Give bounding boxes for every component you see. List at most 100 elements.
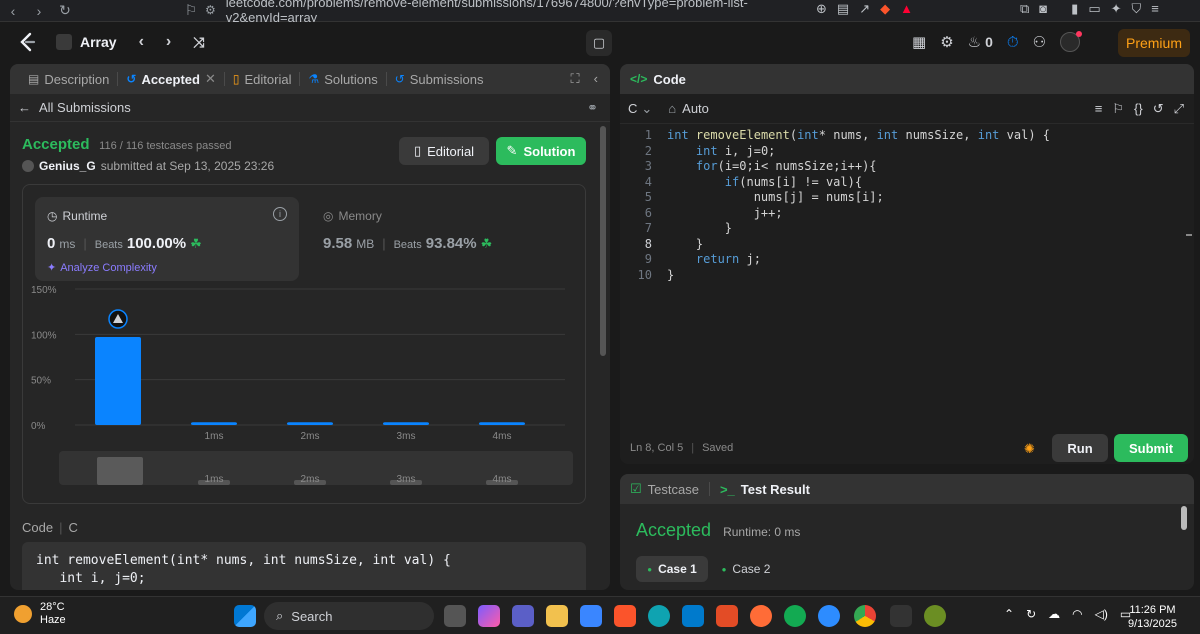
username[interactable]: Genius_G — [39, 159, 96, 173]
system-clock[interactable]: 11:26 PM 9/13/2025 — [1128, 603, 1177, 631]
zoom-icon[interactable] — [818, 605, 840, 627]
leetcode-logo-icon[interactable] — [18, 32, 38, 52]
extensions-icon[interactable]: ⧉ — [1020, 1, 1029, 17]
problem-list-nav[interactable]: Array ‹ › ⤨ — [56, 33, 204, 51]
forward-icon[interactable]: › — [26, 3, 52, 19]
next-problem-icon[interactable]: › — [166, 33, 171, 51]
braces-icon[interactable]: {} — [1134, 101, 1143, 117]
back-icon[interactable]: ‹ — [0, 3, 26, 19]
share-icon[interactable]: ↗ — [859, 1, 870, 17]
notes-button[interactable]: ▢ — [586, 30, 612, 56]
teams-icon[interactable] — [512, 605, 534, 627]
reload-icon[interactable]: ↻ — [52, 2, 78, 19]
file-explorer-icon[interactable] — [546, 605, 568, 627]
onedrive-icon[interactable]: ☁ — [1048, 607, 1060, 621]
wallet-icon[interactable]: ▭ — [1088, 1, 1100, 17]
timer-icon[interactable]: ⏱ — [1007, 34, 1019, 51]
copy-link-icon[interactable]: ⚭ — [587, 100, 598, 116]
git-icon[interactable] — [716, 605, 738, 627]
tab-description[interactable]: ▤ Description — [20, 64, 117, 94]
taskbar-search[interactable]: ⌕ Search — [264, 602, 434, 630]
tab-editorial[interactable]: ▯ Editorial — [225, 64, 300, 94]
sync-icon[interactable]: ↻ — [1026, 607, 1036, 621]
leetcode-header: Array ‹ › ⤨ ▢ ▦ ⚙ ♨ 0 ⏱ ⚇ Premium — [0, 22, 1200, 64]
edge-icon[interactable] — [648, 605, 670, 627]
chart-bar — [191, 422, 237, 425]
info-icon[interactable]: i — [273, 207, 287, 221]
start-icon[interactable] — [234, 605, 256, 627]
brave-shield-icon[interactable]: ◆ — [880, 1, 890, 17]
settings-icon[interactable]: ⚙ — [940, 33, 953, 51]
volume-icon[interactable]: ◁) — [1095, 607, 1108, 621]
chevron-up-icon[interactable]: ⌃ — [1004, 607, 1014, 621]
task-view-icon[interactable] — [444, 605, 466, 627]
reader-icon[interactable]: ▤ — [837, 1, 849, 17]
fullscreen-icon[interactable]: ⤢ — [1174, 101, 1184, 117]
tab-testcase[interactable]: ☑ Testcase — [630, 481, 699, 497]
case-1-tab[interactable]: ● Case 1 — [636, 556, 708, 582]
runtime-value: 0 — [47, 235, 56, 252]
brave-rewards-icon[interactable]: ▲ — [900, 1, 913, 17]
tab-accepted[interactable]: ↺ Accepted ✕ — [118, 64, 224, 94]
tab-submissions[interactable]: ↺ Submissions — [387, 64, 492, 94]
invite-icon[interactable]: ⚇ — [1033, 33, 1046, 51]
solution-button[interactable]: ✎ Solution — [496, 137, 586, 165]
shuffle-icon[interactable]: ⤨ — [193, 34, 204, 51]
auto-mode[interactable]: ⌂ Auto — [668, 101, 709, 116]
close-tab-icon[interactable]: ✕ — [205, 71, 216, 87]
language-select[interactable]: C ⌄ — [628, 101, 652, 117]
maximize-icon[interactable]: ⛶ — [571, 71, 580, 87]
case-2-tab[interactable]: ● Case 2 — [716, 556, 776, 582]
address-bar[interactable]: ⚙ leetcode.com/problems/remove-element/s… — [205, 0, 805, 25]
store-icon[interactable] — [580, 605, 602, 627]
prev-problem-icon[interactable]: ‹ — [139, 33, 144, 51]
streak[interactable]: ♨ 0 — [968, 33, 993, 51]
menu-icon[interactable]: ≡ — [1151, 1, 1159, 17]
reset-icon[interactable]: ↺ — [1153, 101, 1164, 117]
save-status: Saved — [702, 442, 734, 454]
code-editor[interactable]: 1 int removeElement(int* nums, int numsSi… — [620, 128, 1194, 283]
brave-icon[interactable] — [614, 605, 636, 627]
bookmark-icon[interactable]: ⚐ — [178, 2, 204, 19]
collapse-icon[interactable]: ‹ — [594, 71, 598, 87]
left-scrollbar[interactable] — [600, 126, 606, 356]
editor-scroll-marker — [1186, 234, 1192, 236]
header-actions: ▦ ⚙ ♨ 0 ⏱ ⚇ — [912, 31, 1083, 52]
run-button[interactable]: Run — [1052, 434, 1108, 462]
right-scrollbar[interactable] — [1181, 506, 1187, 530]
site-settings-icon[interactable]: ⚙ — [205, 3, 216, 17]
format-icon[interactable]: ≡ — [1095, 101, 1103, 117]
vscode-icon[interactable] — [682, 605, 704, 627]
divider: | — [59, 520, 63, 535]
editorial-button[interactable]: ▯ Editorial — [399, 137, 489, 165]
code-preview-line: int removeElement(int* nums, int numsSiz… — [36, 553, 451, 568]
debugger-icon[interactable]: ✺ — [1024, 441, 1035, 457]
chrome-icon[interactable] — [854, 605, 876, 627]
layout-icon[interactable]: ▦ — [912, 33, 926, 51]
terminal-app-icon[interactable] — [890, 605, 912, 627]
postman-icon[interactable] — [750, 605, 772, 627]
vpn-icon[interactable]: ⛉ — [1132, 1, 1142, 17]
submit-button[interactable]: Submit — [1114, 434, 1188, 462]
tab-test-result[interactable]: >_ Test Result — [720, 482, 810, 497]
avatar[interactable] — [1060, 31, 1083, 52]
sidebar-icon[interactable]: ▮ — [1071, 1, 1078, 17]
mongodb-icon[interactable] — [784, 605, 806, 627]
code-text: } — [667, 221, 733, 235]
zoom-icon[interactable]: ⊕ — [816, 1, 827, 17]
premium-button[interactable]: Premium — [1118, 29, 1190, 57]
wifi-icon[interactable]: ◠ — [1072, 607, 1082, 621]
runtime-unit: ms — [59, 237, 76, 251]
user-avatar[interactable] — [22, 160, 34, 172]
tab-solutions[interactable]: ⚗ Solutions — [300, 64, 385, 94]
analyze-complexity-link[interactable]: ✦ Analyze Complexity — [47, 261, 157, 275]
runtime-card[interactable]: ◷ Runtime i 0 ms | Beats 100.00% ☘ ✦ Ana… — [35, 197, 299, 281]
bookmark-icon[interactable]: ⚐ — [1112, 101, 1124, 117]
app-icon[interactable] — [924, 605, 946, 627]
leo-ai-icon[interactable]: ✦ — [1111, 1, 1122, 17]
camera-icon[interactable]: ◙ — [1039, 1, 1047, 17]
all-submissions-link[interactable]: ← All Submissions ⚭ — [10, 94, 610, 122]
memory-card[interactable]: ◎ Memory 9.58 MB | Beats 93.84% ☘ — [311, 197, 575, 281]
copilot-icon[interactable] — [478, 605, 500, 627]
weather-widget[interactable]: 28°C Haze — [14, 601, 66, 627]
